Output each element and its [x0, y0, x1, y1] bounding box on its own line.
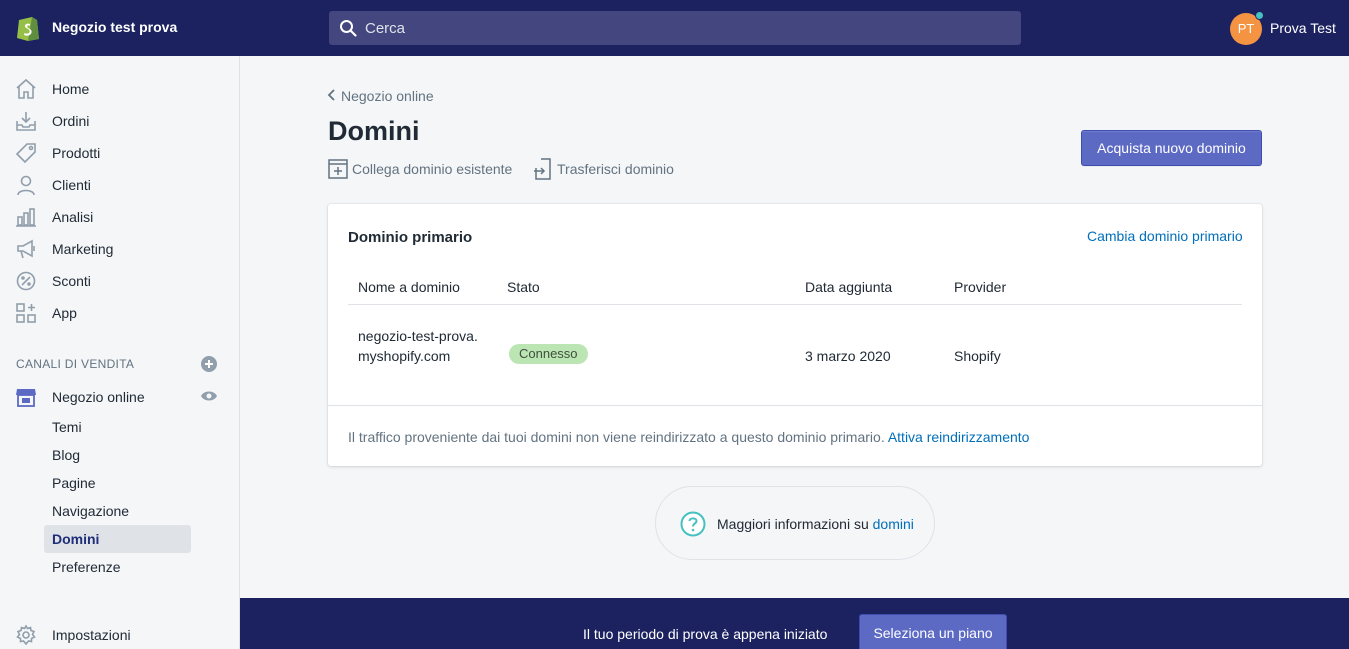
redirect-notice-text: Il traffico proveniente dai tuoi domini … — [348, 429, 885, 445]
megaphone-icon — [17, 239, 35, 259]
table-divider — [348, 304, 1242, 305]
apps-icon — [16, 303, 36, 323]
user-name[interactable]: Prova Test — [1270, 20, 1336, 36]
top-bar: Negozio test prova PT Prova Test — [0, 0, 1349, 56]
sidebar: Home Ordini Prodotti Clienti Analisi Mar… — [0, 56, 240, 649]
domain-name-cell: negozio-test-prova.myshopify.com — [358, 328, 478, 364]
column-header-provider: Provider — [954, 279, 1007, 295]
gear-icon — [16, 624, 36, 646]
discount-icon — [16, 271, 36, 291]
trial-bar: Il tuo periodo di prova è appena iniziat… — [240, 598, 1349, 649]
sidebar-subitem-domains[interactable]: Domini — [44, 525, 191, 553]
subitem-label: Blog — [52, 447, 81, 463]
enable-redirect-link[interactable]: Attiva reindirizzamento — [888, 429, 1030, 445]
search-input[interactable] — [365, 11, 1005, 45]
store-name[interactable]: Negozio test prova — [52, 19, 177, 35]
sidebar-item-discounts[interactable]: Sconti — [0, 265, 239, 297]
sidebar-item-label: Home — [52, 81, 90, 97]
question-icon — [680, 511, 706, 537]
subitem-label: Domini — [52, 531, 100, 547]
provider-cell: Shopify — [954, 348, 1001, 364]
sidebar-subitem-navigation[interactable]: Navigazione — [44, 497, 191, 525]
orders-icon — [16, 112, 36, 131]
card-divider — [328, 405, 1262, 406]
status-dot — [1255, 11, 1264, 20]
column-header-domain: Nome a dominio — [358, 279, 460, 295]
sidebar-item-orders[interactable]: Ordini — [0, 105, 239, 137]
sidebar-item-label: App — [52, 305, 77, 321]
chevron-left-icon — [327, 89, 335, 101]
sidebar-item-label: Impostazioni — [52, 627, 131, 643]
card-footer: Il traffico proveniente dai tuoi domini … — [348, 429, 1029, 445]
person-icon — [17, 175, 35, 196]
subitem-label: Temi — [52, 419, 82, 435]
transfer-domain-icon — [534, 158, 551, 180]
connect-domain-icon — [328, 159, 348, 179]
column-header-status: Stato — [507, 279, 540, 295]
sidebar-item-customers[interactable]: Clienti — [0, 169, 239, 201]
date-added-cell: 3 marzo 2020 — [805, 348, 891, 364]
subitem-label: Navigazione — [52, 503, 130, 519]
help-domains-link[interactable]: domini — [873, 516, 914, 532]
sidebar-item-label: Clienti — [52, 177, 91, 193]
sidebar-item-analytics[interactable]: Analisi — [0, 201, 239, 233]
sidebar-item-label: Analisi — [52, 209, 94, 225]
bar-chart-icon — [16, 208, 36, 227]
sidebar-item-products[interactable]: Prodotti — [0, 137, 239, 169]
transfer-domain-label: Trasferisci dominio — [557, 161, 674, 177]
store-icon — [16, 389, 36, 407]
sidebar-item-home[interactable]: Home — [0, 73, 239, 105]
help-text: Maggiori informazioni su domini — [717, 516, 914, 532]
sidebar-subitem-pages[interactable]: Pagine — [44, 469, 191, 497]
connect-domain-label: Collega dominio esistente — [352, 161, 513, 177]
change-primary-domain-link[interactable]: Cambia dominio primario — [1087, 228, 1243, 244]
breadcrumb-label: Negozio online — [341, 88, 434, 104]
sidebar-item-marketing[interactable]: Marketing — [0, 233, 239, 265]
subitem-label: Preferenze — [52, 559, 121, 575]
primary-domain-card: Dominio primario Cambia dominio primario… — [328, 204, 1262, 466]
sidebar-item-apps[interactable]: App — [0, 297, 239, 329]
select-plan-button[interactable]: Seleziona un piano — [859, 614, 1007, 649]
eye-icon[interactable] — [200, 390, 218, 402]
buy-domain-button[interactable]: Acquista nuovo dominio — [1081, 130, 1262, 166]
search-bar[interactable] — [329, 11, 1021, 45]
status-badge: Connesso — [509, 344, 588, 364]
card-title: Dominio primario — [348, 229, 473, 246]
tag-icon — [15, 143, 36, 164]
sidebar-subitem-preferences[interactable]: Preferenze — [44, 553, 191, 581]
home-icon — [16, 78, 36, 99]
sidebar-item-label: Marketing — [52, 241, 114, 257]
help-label: Maggiori informazioni su — [717, 516, 869, 532]
sidebar-item-label: Negozio online — [52, 389, 145, 405]
shopify-logo-icon[interactable] — [15, 14, 41, 42]
search-icon — [340, 20, 357, 37]
sidebar-subitem-themes[interactable]: Temi — [44, 413, 191, 441]
trial-text: Il tuo periodo di prova è appena iniziat… — [583, 626, 828, 642]
sidebar-item-label: Sconti — [52, 273, 91, 289]
sidebar-item-label: Ordini — [52, 113, 90, 129]
sidebar-item-settings[interactable]: Impostazioni — [0, 619, 239, 649]
column-header-date: Data aggiunta — [805, 279, 893, 295]
page-title: Domini — [328, 116, 420, 146]
add-channel-icon[interactable] — [201, 356, 217, 372]
help-footer: Maggiori informazioni su domini — [655, 486, 935, 560]
sales-channels-title: CANALI DI VENDITA — [16, 357, 135, 371]
sidebar-item-label: Prodotti — [52, 145, 101, 161]
subitem-label: Pagine — [52, 475, 96, 491]
sidebar-subitem-blog[interactable]: Blog — [44, 441, 191, 469]
